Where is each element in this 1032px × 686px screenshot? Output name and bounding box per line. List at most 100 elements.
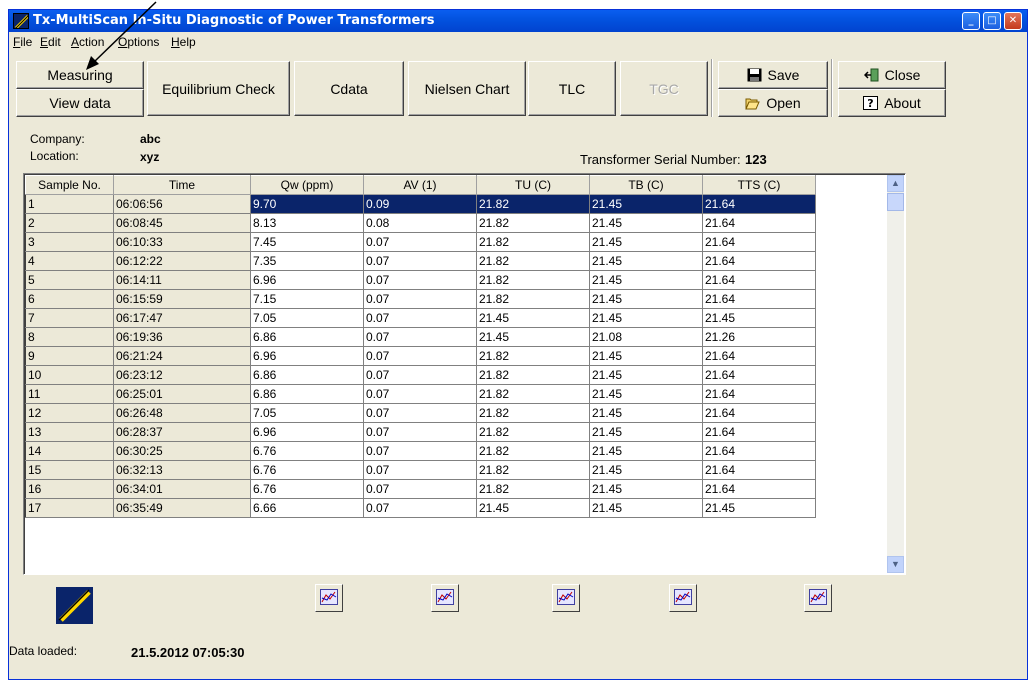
table-cell[interactable]: 0.07 xyxy=(363,270,477,290)
sample-number-cell[interactable]: 11 xyxy=(25,384,114,404)
table-cell[interactable]: 21.45 xyxy=(589,251,703,271)
table-cell[interactable]: 21.45 xyxy=(589,308,703,328)
measuring-button[interactable]: Measuring xyxy=(16,61,144,89)
table-cell[interactable]: 21.82 xyxy=(476,384,590,404)
sample-number-cell[interactable]: 6 xyxy=(25,289,114,309)
table-cell[interactable]: 6.86 xyxy=(250,365,364,385)
table-cell[interactable]: 21.45 xyxy=(589,289,703,309)
table-cell[interactable]: 6.96 xyxy=(250,346,364,366)
table-cell[interactable]: 0.07 xyxy=(363,346,477,366)
tb-chart-button[interactable] xyxy=(669,584,697,612)
table-row[interactable]: 7 06:17:47 7.05 0.07 21.45 21.45 21.45 xyxy=(25,308,816,328)
table-cell[interactable]: 21.45 xyxy=(589,422,703,442)
table-cell[interactable]: 6.76 xyxy=(250,479,364,499)
sample-number-cell[interactable]: 9 xyxy=(25,346,114,366)
table-cell[interactable]: 21.82 xyxy=(476,346,590,366)
table-row[interactable]: 3 06:10:33 7.45 0.07 21.82 21.45 21.64 xyxy=(25,232,816,252)
sample-number-cell[interactable]: 10 xyxy=(25,365,114,385)
table-cell[interactable]: 21.64 xyxy=(702,232,816,252)
table-cell[interactable]: 21.82 xyxy=(476,441,590,461)
sample-number-cell[interactable]: 17 xyxy=(25,498,114,518)
table-cell[interactable]: 21.45 xyxy=(589,498,703,518)
table-cell[interactable]: 0.07 xyxy=(363,365,477,385)
table-cell[interactable]: 0.07 xyxy=(363,498,477,518)
table-cell[interactable]: 9.70 xyxy=(250,194,364,214)
table-cell[interactable]: 6.96 xyxy=(250,422,364,442)
table-row[interactable]: 2 06:08:45 8.13 0.08 21.82 21.45 21.64 xyxy=(25,213,816,233)
table-row[interactable]: 15 06:32:13 6.76 0.07 21.82 21.45 21.64 xyxy=(25,460,816,480)
table-cell[interactable]: 21.82 xyxy=(476,460,590,480)
sample-number-cell[interactable]: 8 xyxy=(25,327,114,347)
time-cell[interactable]: 06:19:36 xyxy=(113,327,251,347)
equilibrium-check-button[interactable]: Equilibrium Check xyxy=(147,61,290,116)
table-cell[interactable]: 21.45 xyxy=(589,346,703,366)
table-cell[interactable]: 6.76 xyxy=(250,460,364,480)
table-cell[interactable]: 0.07 xyxy=(363,384,477,404)
table-row[interactable]: 5 06:14:11 6.96 0.07 21.82 21.45 21.64 xyxy=(25,270,816,290)
table-cell[interactable]: 0.07 xyxy=(363,251,477,271)
table-cell[interactable]: 21.64 xyxy=(702,441,816,461)
table-cell[interactable]: 0.07 xyxy=(363,403,477,423)
table-cell[interactable]: 21.45 xyxy=(589,365,703,385)
table-cell[interactable]: 21.45 xyxy=(589,479,703,499)
table-cell[interactable]: 7.45 xyxy=(250,232,364,252)
sample-number-cell[interactable]: 14 xyxy=(25,441,114,461)
table-row[interactable]: 10 06:23:12 6.86 0.07 21.82 21.45 21.64 xyxy=(25,365,816,385)
table-cell[interactable]: 21.45 xyxy=(589,213,703,233)
open-button[interactable]: Open xyxy=(718,89,828,117)
table-row[interactable]: 13 06:28:37 6.96 0.07 21.82 21.45 21.64 xyxy=(25,422,816,442)
table-cell[interactable]: 21.45 xyxy=(702,308,816,328)
table-cell[interactable]: 0.07 xyxy=(363,460,477,480)
table-cell[interactable]: 0.08 xyxy=(363,213,477,233)
sample-number-cell[interactable]: 15 xyxy=(25,460,114,480)
time-cell[interactable]: 06:08:45 xyxy=(113,213,251,233)
table-cell[interactable]: 21.64 xyxy=(702,270,816,290)
minimize-button[interactable]: _ xyxy=(962,12,980,30)
table-cell[interactable]: 21.45 xyxy=(589,194,703,214)
table-cell[interactable]: 21.64 xyxy=(702,213,816,233)
table-cell[interactable]: 21.64 xyxy=(702,194,816,214)
table-cell[interactable]: 6.66 xyxy=(250,498,364,518)
av-chart-button[interactable] xyxy=(431,584,459,612)
time-cell[interactable]: 06:28:37 xyxy=(113,422,251,442)
sample-number-cell[interactable]: 12 xyxy=(25,403,114,423)
table-row[interactable]: 11 06:25:01 6.86 0.07 21.82 21.45 21.64 xyxy=(25,384,816,404)
table-cell[interactable]: 21.45 xyxy=(476,327,590,347)
menu-help[interactable]: Help xyxy=(171,35,196,49)
tgc-button[interactable]: TGC xyxy=(620,61,708,116)
time-cell[interactable]: 06:17:47 xyxy=(113,308,251,328)
table-cell[interactable]: 21.45 xyxy=(589,460,703,480)
table-cell[interactable]: 6.86 xyxy=(250,327,364,347)
table-cell[interactable]: 6.76 xyxy=(250,441,364,461)
table-cell[interactable]: 0.09 xyxy=(363,194,477,214)
table-cell[interactable]: 0.07 xyxy=(363,308,477,328)
table-cell[interactable]: 21.26 xyxy=(702,327,816,347)
sample-number-cell[interactable]: 2 xyxy=(25,213,114,233)
table-cell[interactable]: 7.15 xyxy=(250,289,364,309)
table-cell[interactable]: 21.64 xyxy=(702,251,816,271)
sample-number-cell[interactable]: 16 xyxy=(25,479,114,499)
table-cell[interactable]: 7.35 xyxy=(250,251,364,271)
table-row[interactable]: 6 06:15:59 7.15 0.07 21.82 21.45 21.64 xyxy=(25,289,816,309)
table-row[interactable]: 16 06:34:01 6.76 0.07 21.82 21.45 21.64 xyxy=(25,479,816,499)
sample-number-cell[interactable]: 7 xyxy=(25,308,114,328)
time-cell[interactable]: 06:35:49 xyxy=(113,498,251,518)
table-cell[interactable]: 21.82 xyxy=(476,194,590,214)
tu-chart-button[interactable] xyxy=(552,584,580,612)
view-data-button[interactable]: View data xyxy=(16,89,144,117)
column-header[interactable]: TTS (C) xyxy=(702,175,816,195)
table-cell[interactable]: 21.64 xyxy=(702,384,816,404)
column-header[interactable]: Qw (ppm) xyxy=(250,175,364,195)
time-cell[interactable]: 06:30:25 xyxy=(113,441,251,461)
table-cell[interactable]: 21.82 xyxy=(476,422,590,442)
tlc-button[interactable]: TLC xyxy=(528,61,616,116)
table-row[interactable]: 14 06:30:25 6.76 0.07 21.82 21.45 21.64 xyxy=(25,441,816,461)
table-cell[interactable]: 6.96 xyxy=(250,270,364,290)
sample-number-cell[interactable]: 4 xyxy=(25,251,114,271)
cdata-button[interactable]: Cdata xyxy=(294,61,404,116)
table-cell[interactable]: 0.07 xyxy=(363,232,477,252)
scroll-thumb[interactable] xyxy=(887,193,904,211)
table-cell[interactable]: 21.45 xyxy=(589,441,703,461)
table-cell[interactable]: 21.82 xyxy=(476,213,590,233)
column-header[interactable]: TU (C) xyxy=(476,175,590,195)
